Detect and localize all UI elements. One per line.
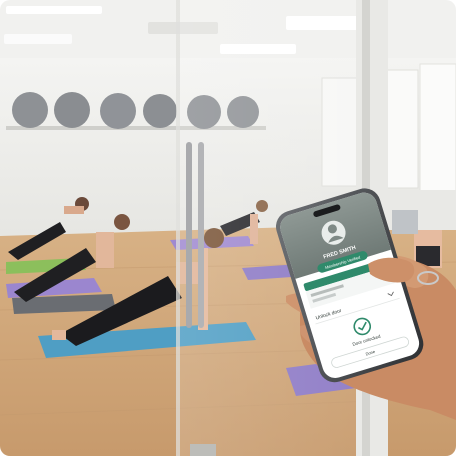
exercise-ball xyxy=(143,94,177,128)
exercise-ball xyxy=(12,92,48,128)
window xyxy=(419,63,456,195)
ceiling-light xyxy=(4,34,72,44)
gym-scene: FRED SMITH Membership Verified Unlock do… xyxy=(0,0,456,456)
door-handle xyxy=(198,142,204,328)
door-floor-lock xyxy=(190,444,216,456)
door-handle xyxy=(186,142,192,328)
exercise-ball xyxy=(100,93,136,129)
cabinet xyxy=(392,210,418,234)
exercise-ball xyxy=(54,92,90,128)
ceiling-light xyxy=(6,6,102,14)
yoga-studio-photo: FRED SMITH Membership Verified Unlock do… xyxy=(0,0,456,456)
